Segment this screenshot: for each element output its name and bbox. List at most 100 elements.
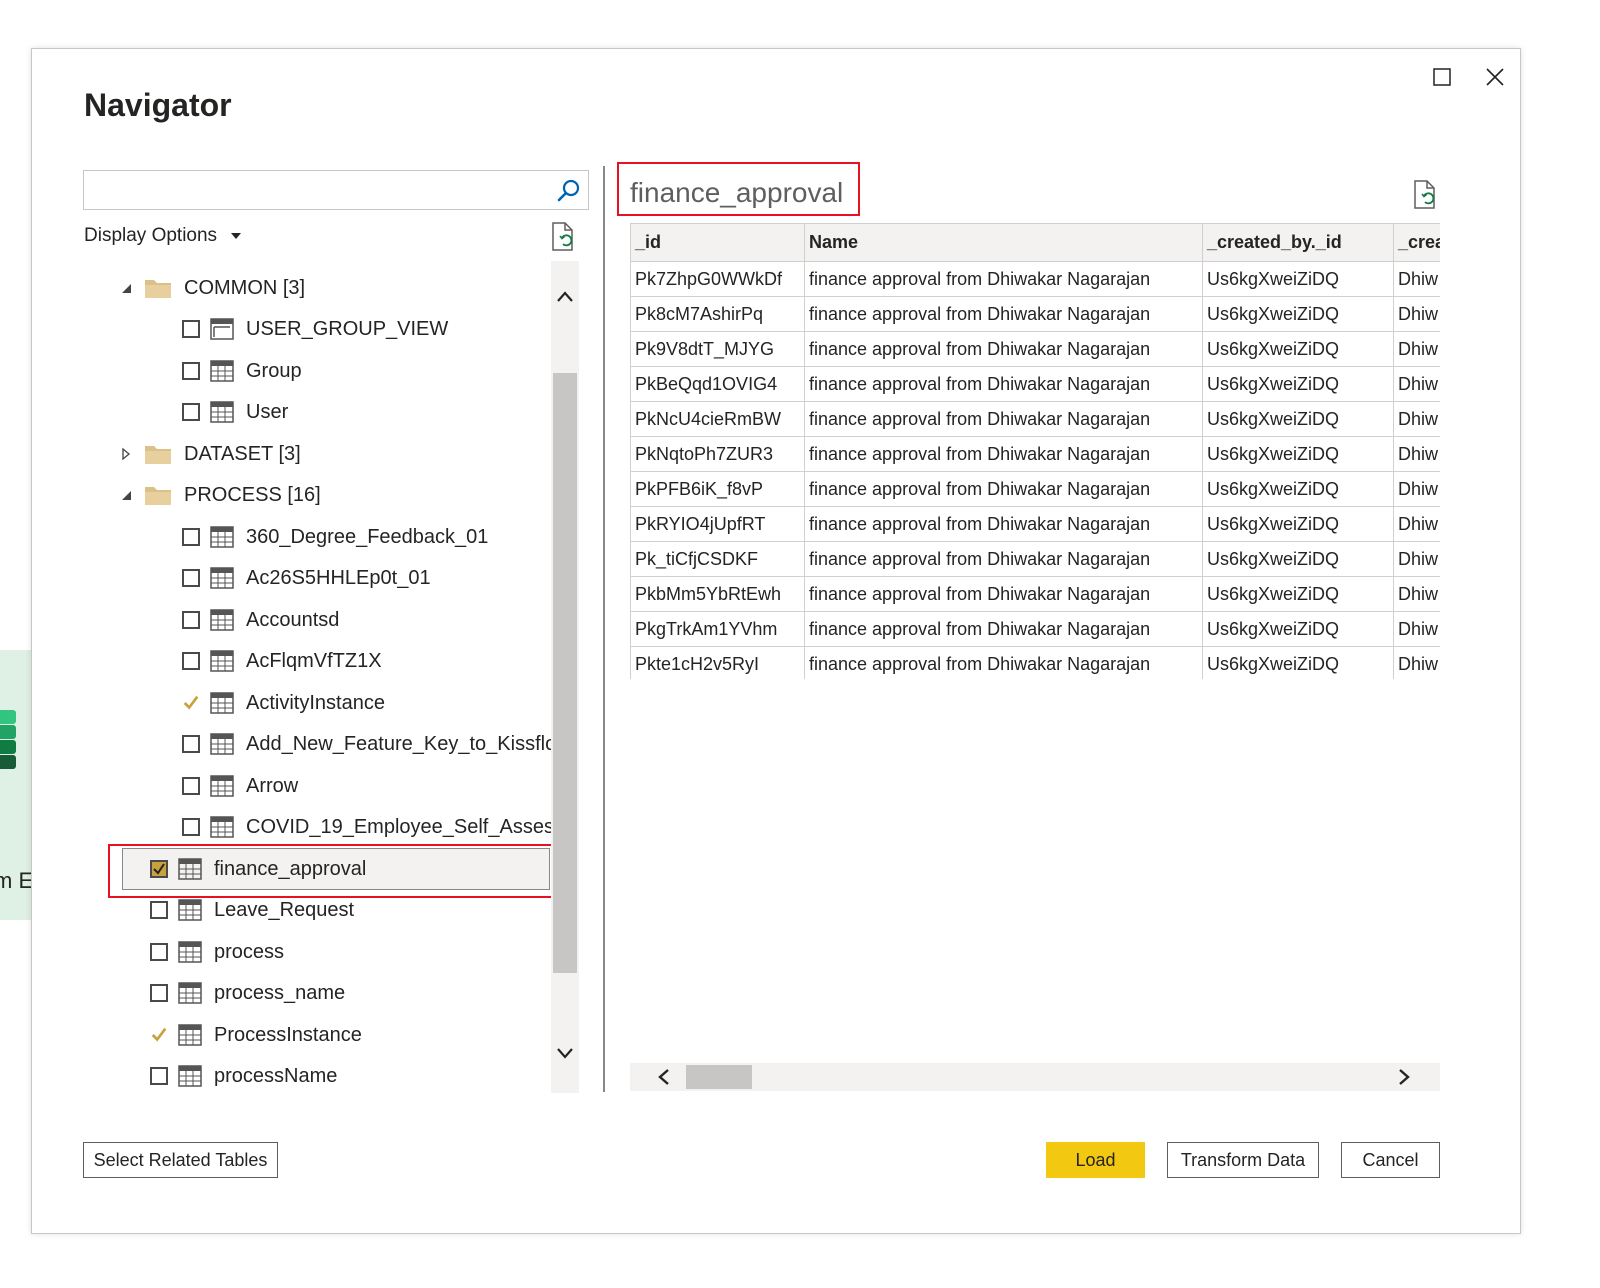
table-cell: Us6kgXweiZiDQ — [1202, 401, 1394, 437]
tree-item-group[interactable]: Group — [182, 351, 302, 391]
checkbox[interactable] — [182, 818, 200, 836]
checkbox[interactable] — [182, 777, 200, 795]
search-icon[interactable] — [556, 178, 582, 204]
tree-item-label: process — [214, 940, 285, 963]
tree-item-add-new-feature-key[interactable]: Add_New_Feature_Key_to_Kissflow — [182, 724, 552, 764]
tree-item-label: Add_New_Feature_Key_to_Kissflow — [246, 732, 552, 755]
checkbox[interactable] — [150, 1067, 168, 1085]
select-related-tables-button[interactable]: Select Related Tables — [83, 1142, 278, 1178]
tree-item-process[interactable]: process — [150, 932, 284, 972]
table-icon — [178, 1024, 202, 1046]
load-button[interactable]: Load — [1046, 1142, 1145, 1178]
table-row: PkNcU4cieRmBW finance approval from Dhiwa… — [630, 401, 1440, 437]
tree-item-user[interactable]: User — [182, 392, 288, 432]
column-header[interactable]: _id — [630, 223, 805, 262]
checkbox[interactable] — [150, 984, 168, 1002]
checkmark-icon — [151, 1027, 167, 1042]
table-cell: Pkte1cH2v5RyI — [630, 646, 805, 679]
navigator-dialog: Navigator Display Options COMMON [3] USE… — [31, 48, 1521, 1234]
search-input[interactable] — [84, 171, 544, 209]
checkbox[interactable] — [182, 403, 200, 421]
tree-item-ac26s5[interactable]: Ac26S5HHLEp0t_01 — [182, 558, 431, 598]
tree-folder-dataset[interactable]: DATASET [3] — [118, 434, 301, 474]
tree-folder-process[interactable]: PROCESS [16] — [118, 475, 321, 515]
column-header[interactable]: _created_by._id — [1202, 223, 1394, 262]
table-cell: finance approval from Dhiwakar Nagarajan — [804, 296, 1203, 332]
scroll-left-icon[interactable] — [654, 1067, 674, 1087]
tree-item-accountsd[interactable]: Accountsd — [182, 600, 339, 640]
folder-icon — [145, 446, 171, 464]
table-icon — [178, 941, 202, 963]
scroll-right-icon[interactable] — [1394, 1067, 1414, 1087]
display-options-dropdown[interactable]: Display Options — [84, 225, 242, 247]
column-header[interactable]: _crea — [1393, 223, 1440, 262]
table-row: PkbMm5YbRtEwh finance approval from Dhiwa… — [630, 576, 1440, 612]
highlight-annotation-box — [617, 162, 860, 216]
tree-item-user-group-view[interactable]: USER_GROUP_VIEW — [182, 309, 448, 349]
table-cell: Pk7ZhpG0WWkDf — [630, 261, 805, 297]
checkbox[interactable] — [150, 901, 168, 919]
table-icon — [210, 609, 234, 631]
checkbox[interactable] — [182, 528, 200, 546]
table-cell: PkNcU4cieRmBW — [630, 401, 805, 437]
view-icon — [210, 318, 234, 340]
table-cell: Us6kgXweiZiDQ — [1202, 576, 1394, 612]
tree-folder-label: COMMON [3] — [184, 276, 306, 299]
transform-data-button[interactable]: Transform Data — [1167, 1142, 1319, 1178]
cancel-button[interactable]: Cancel — [1341, 1142, 1440, 1178]
expanded-triangle-icon[interactable] — [118, 280, 134, 296]
expanded-triangle-icon[interactable] — [118, 487, 134, 503]
table-row: Pk9V8dtT_MJYG finance approval from Dhiwa… — [630, 331, 1440, 367]
search-box — [83, 170, 589, 210]
checkbox[interactable] — [182, 735, 200, 753]
tree-item-label: USER_GROUP_VIEW — [246, 317, 449, 340]
preview-table: _id Name _created_by._id _crea Pk7ZhpG0W… — [630, 223, 1440, 679]
table-cell: finance approval from Dhiwakar Nagarajan — [804, 506, 1203, 542]
tree-item-label: ActivityInstance — [246, 691, 385, 714]
scrollbar-thumb[interactable] — [553, 373, 577, 973]
tree-item-activityinstance[interactable]: ActivityInstance — [182, 683, 385, 723]
collapsed-triangle-icon[interactable] — [118, 446, 134, 462]
table-icon — [210, 360, 234, 382]
checkbox[interactable] — [182, 569, 200, 587]
checkbox[interactable] — [182, 362, 200, 380]
table-cell: Us6kgXweiZiDQ — [1202, 541, 1394, 577]
tree-item-leave-request[interactable]: Leave_Request — [150, 890, 354, 930]
checkbox[interactable] — [182, 611, 200, 629]
table-cell: PkBeQqd1OVIG4 — [630, 366, 805, 402]
checkbox[interactable] — [182, 652, 200, 670]
scrollbar-thumb[interactable] — [686, 1065, 752, 1089]
checkbox[interactable] — [182, 320, 200, 338]
tree-item-label: AcFlqmVfTZ1X — [246, 649, 382, 672]
folder-icon — [145, 487, 171, 505]
tree-scrollbar[interactable] — [551, 261, 579, 1093]
scroll-down-icon[interactable] — [555, 1043, 575, 1063]
tree-item-processname[interactable]: processName — [150, 1056, 337, 1096]
table-icon — [210, 401, 234, 423]
scroll-up-icon[interactable] — [555, 287, 575, 307]
close-button[interactable] — [1477, 59, 1513, 95]
table-icon — [178, 1065, 202, 1087]
tree-item-process-name[interactable]: process_name — [150, 973, 345, 1013]
tree-item-label: 360_Degree_Feedback_01 — [246, 525, 489, 548]
tree-folder-common[interactable]: COMMON [3] — [118, 271, 305, 308]
table-cell: finance approval from Dhiwakar Nagarajan — [804, 366, 1203, 402]
refresh-icon[interactable] — [550, 221, 578, 253]
tree-item-arrow[interactable]: Arrow — [182, 766, 298, 806]
checkbox-checked[interactable] — [150, 1026, 168, 1044]
tree-item-covid-19[interactable]: COVID_19_Employee_Self_Assessm... — [182, 807, 552, 847]
column-header[interactable]: Name — [804, 223, 1203, 262]
refresh-icon[interactable] — [1412, 179, 1440, 211]
preview-horizontal-scrollbar[interactable] — [630, 1063, 1440, 1091]
tree-item-label: Accountsd — [246, 608, 340, 631]
maximize-button[interactable] — [1424, 59, 1460, 95]
checkbox-checked[interactable] — [182, 694, 200, 712]
table-cell: Dhiw — [1393, 646, 1440, 679]
tree-item-360-degree-feedback[interactable]: 360_Degree_Feedback_01 — [182, 517, 488, 557]
table-icon — [178, 899, 202, 921]
checkbox[interactable] — [150, 943, 168, 961]
table-icon — [210, 526, 234, 548]
tree-item-acflqmvftz1x[interactable]: AcFlqmVfTZ1X — [182, 641, 382, 681]
tree-item-label: User — [246, 400, 289, 423]
tree-item-processinstance[interactable]: ProcessInstance — [150, 1015, 362, 1055]
